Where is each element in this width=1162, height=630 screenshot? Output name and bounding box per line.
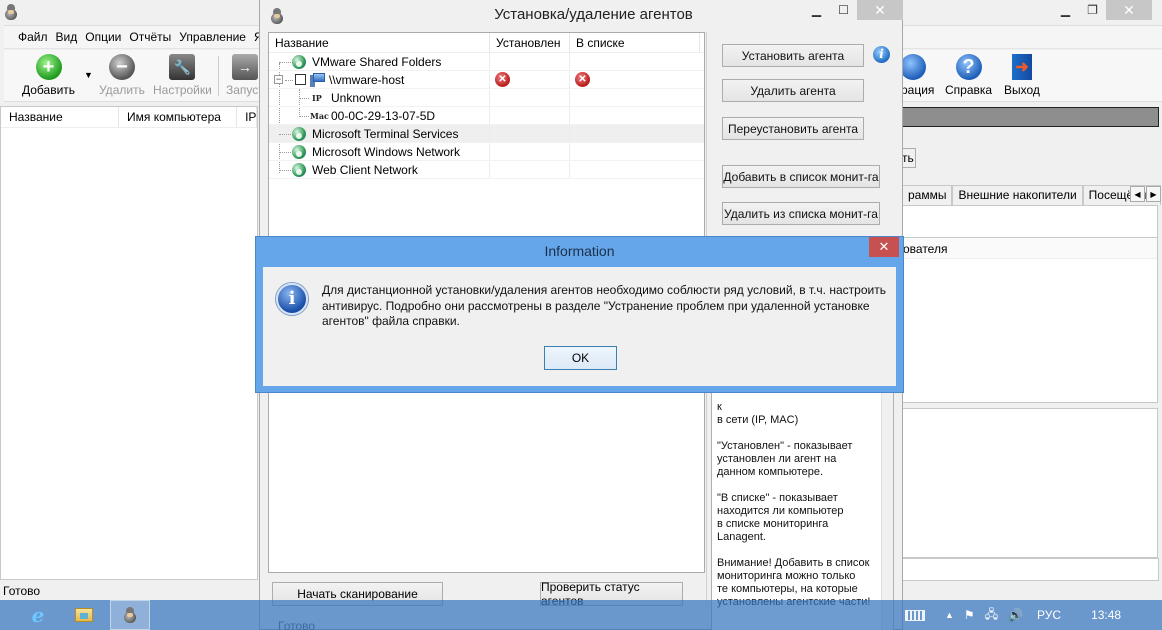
help-text: к в сети (IP, MAC) "Установлен" - показы… <box>717 401 870 608</box>
menu-file[interactable]: Файл <box>18 30 48 44</box>
app-icon <box>123 607 137 623</box>
collapse-icon[interactable]: − <box>274 75 283 84</box>
internet-explorer-icon: e <box>31 603 45 627</box>
column-name[interactable]: Название <box>1 107 120 127</box>
settings-button[interactable]: 🔧 Настройки <box>153 54 212 97</box>
tab-scroll-left[interactable]: ◀ <box>1130 186 1145 202</box>
taskbar: e ▲ ⚑ 🖧 🔊 РУС 13:48 <box>0 600 1162 630</box>
question-icon: ? <box>955 54 982 80</box>
wrench-icon: 🔧 <box>169 54 196 80</box>
information-body: i Для дистанционной установки/удаления а… <box>263 267 896 386</box>
information-message: Для дистанционной установки/удаления аге… <box>322 283 886 328</box>
tab-external-drives[interactable]: Внешние накопители <box>952 185 1083 205</box>
info-icon: i <box>276 283 308 315</box>
menu-management[interactable]: Управление <box>179 30 246 44</box>
right-panel: ть раммы Внешние накопители Посещённь ◀ … <box>902 100 1162 600</box>
remove-from-monitoring-button[interactable]: Удалить из списка монит-га <box>722 202 880 225</box>
network-icon <box>292 55 306 69</box>
exit-door-icon: ➜ <box>1011 54 1032 80</box>
exit-button[interactable]: ➜ Выход <box>1004 54 1040 97</box>
install-agent-button[interactable]: Установить агента <box>722 44 864 67</box>
volume-icon[interactable]: 🔊 <box>1008 608 1023 622</box>
tree-header: Название Установлен В списке <box>269 33 704 53</box>
network-icon <box>292 127 306 141</box>
main-status: Готово <box>3 584 41 598</box>
maximize-button[interactable]: ☐ <box>830 0 857 20</box>
detail-panel: ователя <box>902 205 1158 403</box>
delete-button[interactable]: − Удалить <box>99 54 145 97</box>
ok-button[interactable]: OK <box>544 346 617 370</box>
tree-item[interactable]: − \\vmware-host ✕ ✕ <box>269 71 704 89</box>
restore-button[interactable]: ❐ <box>1079 0 1106 20</box>
plus-icon: + <box>35 54 62 80</box>
taskbar-lanagent[interactable] <box>110 600 150 630</box>
computer-list[interactable]: Название Имя компьютера IP <box>0 106 258 580</box>
tree-item[interactable]: Web Client Network <box>269 161 704 179</box>
info-icon[interactable]: i <box>873 46 890 63</box>
network-icon <box>292 145 306 159</box>
list-header: Название Имя компьютера IP <box>1 107 257 128</box>
flag-icon[interactable]: ⚑ <box>964 608 975 622</box>
app-icon <box>4 4 18 20</box>
computer-checkbox[interactable] <box>295 74 306 85</box>
close-button[interactable]: ✕ <box>857 0 903 20</box>
menu-options[interactable]: Опции <box>85 30 121 44</box>
show-hidden-icons[interactable]: ▲ <box>945 610 954 620</box>
minus-icon: − <box>108 54 135 80</box>
help-button[interactable]: ? Справка <box>945 54 992 97</box>
reinstall-agent-button[interactable]: Переустановить агента <box>722 117 864 140</box>
help-scrollbar[interactable] <box>881 393 893 630</box>
column-in-list[interactable]: В списке <box>570 33 700 52</box>
taskbar-ie[interactable]: e <box>18 600 58 630</box>
detail-panel-lower <box>902 408 1158 558</box>
network-tray-icon[interactable]: 🖧 <box>985 605 998 626</box>
arrow-icon: → <box>231 54 258 80</box>
column-name[interactable]: Название <box>269 33 490 52</box>
folder-icon <box>75 608 93 622</box>
info-band <box>902 107 1159 127</box>
help-textbox[interactable]: к в сети (IP, MAC) "Установлен" - показы… <box>711 392 894 630</box>
close-button[interactable]: ✕ <box>1106 0 1152 20</box>
tab-programs[interactable]: раммы <box>902 185 953 205</box>
column-installed[interactable]: Установлен <box>490 33 570 52</box>
ip-icon: IP <box>312 93 322 103</box>
language-indicator[interactable]: РУС <box>1037 608 1061 622</box>
toolbar-separator <box>218 56 219 96</box>
tab-strip: раммы Внешние накопители Посещённь <box>902 185 1161 205</box>
dropdown-arrow-icon[interactable]: ▼ <box>84 70 93 80</box>
not-installed-icon: ✕ <box>495 72 510 87</box>
column-computer-name[interactable]: Имя компьютера <box>119 107 238 127</box>
computer-icon <box>310 73 326 87</box>
minimize-button[interactable]: ▁ <box>803 0 830 20</box>
information-title: Information <box>544 243 615 259</box>
menu-reports[interactable]: Отчёты <box>129 30 171 44</box>
column-ip[interactable]: IP <box>237 107 257 127</box>
remove-agent-button[interactable]: Удалить агента <box>722 79 864 102</box>
minimize-button[interactable]: ▁ <box>1052 0 1079 20</box>
tree-item[interactable]: IP Unknown <box>269 89 704 107</box>
add-to-monitoring-button[interactable]: Добавить в список монит-га <box>722 165 880 188</box>
mac-icon: Mac <box>310 111 329 121</box>
information-dialog: Information ✕ i Для дистанционной устано… <box>255 236 904 393</box>
close-button[interactable]: ✕ <box>869 237 899 257</box>
network-icon <box>292 163 306 177</box>
keyboard-icon[interactable] <box>905 609 925 621</box>
tree-item[interactable]: VMware Shared Folders <box>269 53 704 71</box>
agents-titlebar: Установка/удаление агентов ▁ ☐ ✕ <box>260 0 903 30</box>
tab-scroll-right[interactable]: ▶ <box>1146 186 1161 202</box>
detail-header: ователя <box>903 237 1157 259</box>
add-button[interactable]: + Добавить <box>22 54 75 97</box>
detail-panel-bottom <box>902 558 1159 581</box>
tree-item[interactable]: Mac 00-0C-29-13-07-5D <box>269 107 704 125</box>
tree-item[interactable]: Microsoft Windows Network <box>269 143 704 161</box>
config-icon <box>899 54 926 80</box>
clock[interactable]: 13:48 <box>1091 608 1121 622</box>
configuration-button[interactable]: рация <box>899 54 934 97</box>
taskbar-explorer[interactable] <box>64 600 104 630</box>
not-in-list-icon: ✕ <box>575 72 590 87</box>
right-action-button[interactable]: ть <box>902 148 916 168</box>
system-tray: ▲ ⚑ 🖧 🔊 РУС 13:48 <box>905 600 1131 630</box>
menu-view[interactable]: Вид <box>56 30 78 44</box>
tree-item[interactable]: Microsoft Terminal Services <box>269 125 704 143</box>
